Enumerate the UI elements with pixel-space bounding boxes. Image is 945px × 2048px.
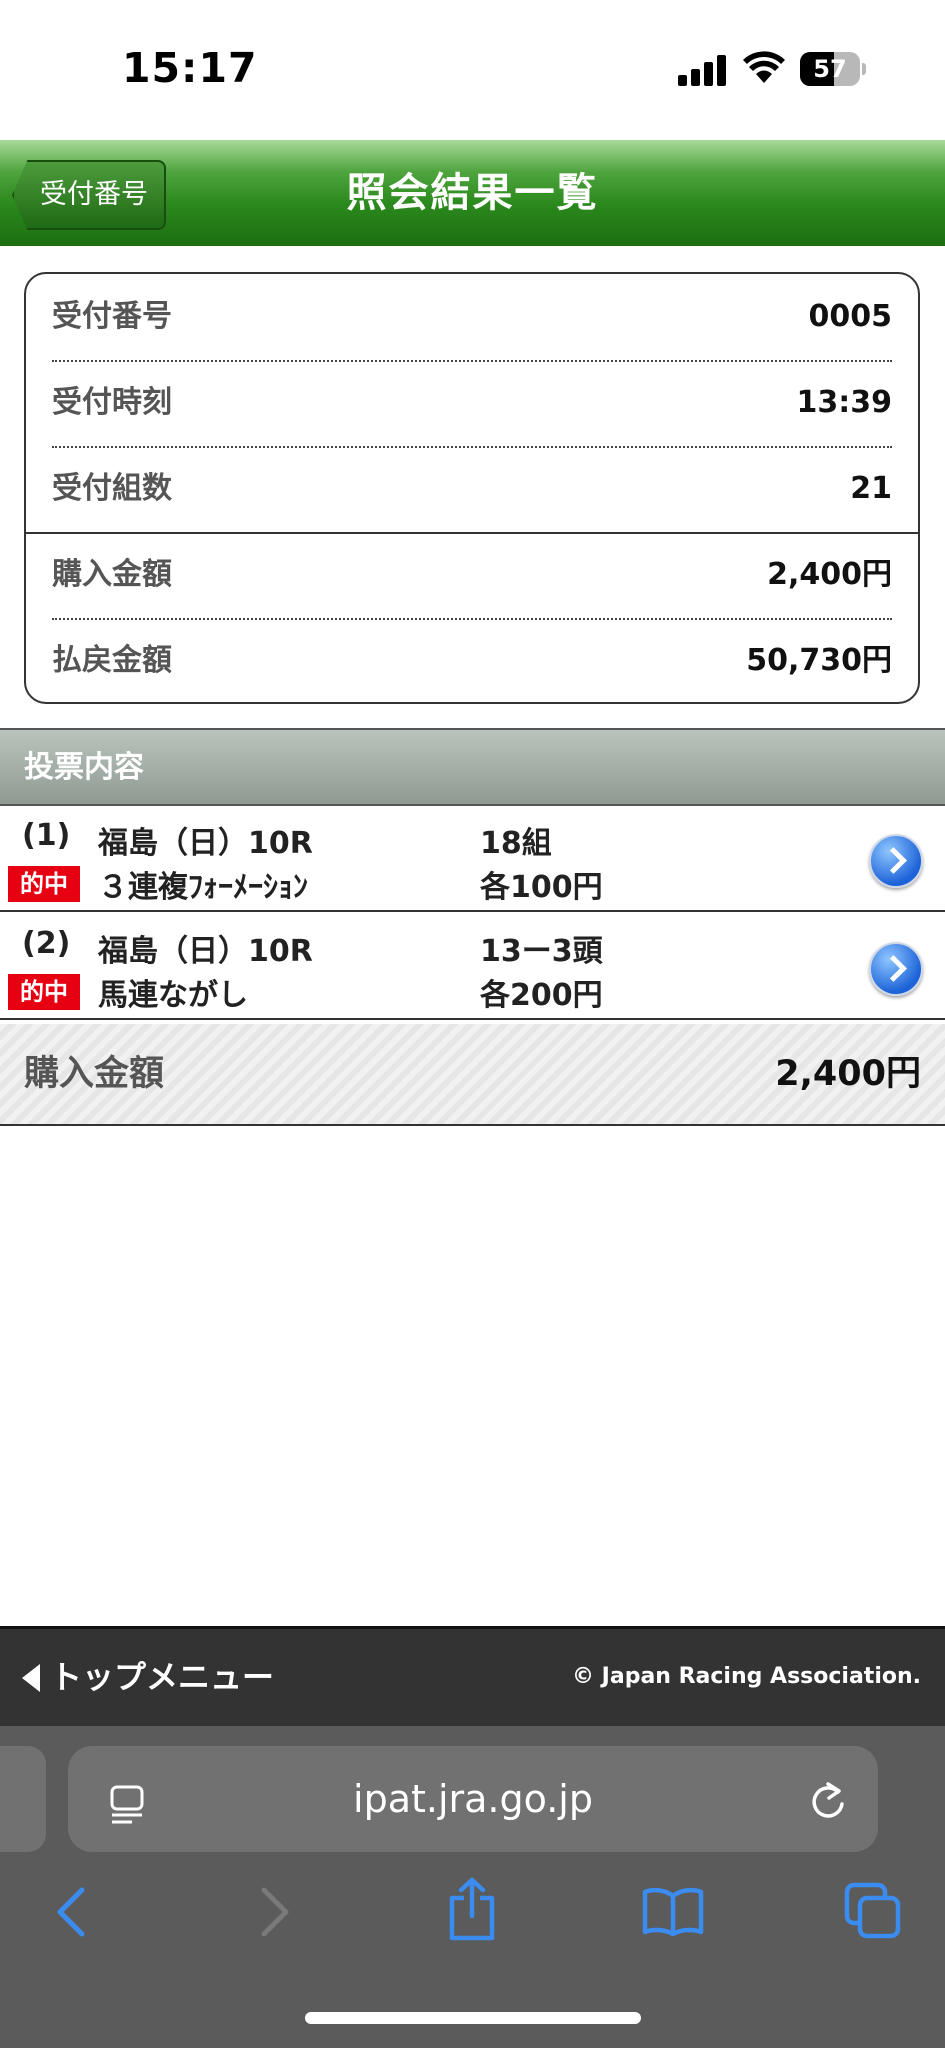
vote-section-header: 投票内容 (0, 728, 945, 806)
site-footer: トップメニュー © Japan Racing Association. (0, 1626, 945, 1726)
bet-unit: 各100円 (480, 870, 603, 905)
vote-race: 福島（日）10R (98, 934, 313, 969)
summary-row-receipt-time: 受付時刻 13:39 (52, 360, 892, 446)
vote-number: (1) (22, 818, 71, 853)
cellular-signal-icon (678, 54, 728, 86)
app-header: 受付番号 照会結果一覧 (0, 140, 945, 246)
share-icon[interactable] (446, 1876, 498, 1942)
bookmarks-icon[interactable] (642, 1886, 704, 1936)
summary-label: 払戻金額 (52, 643, 172, 678)
vote-race: 福島（日）10R (98, 826, 313, 861)
clock: 15:17 (122, 44, 258, 92)
reload-icon[interactable] (808, 1780, 848, 1822)
vote-item[interactable]: (1) 福島（日）10R 18組 的中 ３連複ﾌｫｰﾒｰｼｮﾝ 各100円 (0, 806, 945, 912)
battery-percent: 57 (813, 55, 847, 83)
previous-tab-preview[interactable] (0, 1746, 46, 1852)
summary-value: 50,730円 (746, 643, 892, 678)
summary-label: 受付組数 (52, 471, 172, 506)
total-label: 購入金額 (24, 1054, 165, 1094)
url-text: ipat.jra.go.jp (353, 1777, 593, 1821)
chevron-right-icon[interactable] (869, 834, 923, 888)
status-bar: 15:17 57 (0, 0, 945, 140)
summary-value: 2,400円 (767, 557, 892, 592)
vote-count: 13ー3頭 (480, 934, 603, 969)
vote-count: 18組 (480, 826, 552, 861)
summary-label: 購入金額 (52, 557, 172, 592)
tabs-icon[interactable] (844, 1882, 902, 1940)
hit-badge: 的中 (8, 866, 80, 902)
bet-type: ３連複ﾌｫｰﾒｰｼｮﾝ (98, 870, 308, 905)
copyright: © Japan Racing Association. (572, 1664, 921, 1689)
vote-item[interactable]: (2) 福島（日）10R 13ー3頭 的中 馬連ながし 各200円 (0, 914, 945, 1020)
wifi-icon (743, 51, 785, 83)
battery-icon: 57 (800, 52, 860, 86)
browser-toolbar: ipat.jra.go.jp (0, 1726, 945, 2048)
summary-row-purchase-amount: 購入金額 2,400円 (52, 532, 892, 618)
vote-number: (2) (22, 926, 71, 961)
chevron-right-icon[interactable] (869, 942, 923, 996)
total-purchase-row: 購入金額 2,400円 (0, 1024, 945, 1126)
summary-row-combinations: 受付組数 21 (52, 446, 892, 532)
forward-icon[interactable] (252, 1884, 296, 1940)
summary-value: 21 (850, 471, 892, 506)
battery-tip (862, 63, 866, 75)
summary-card: 受付番号 0005 受付時刻 13:39 受付組数 21 購入金額 2,400円… (24, 272, 920, 704)
triangle-left-icon (22, 1664, 40, 1692)
summary-row-payout-amount: 払戻金額 50,730円 (52, 618, 892, 702)
summary-label: 受付時刻 (52, 385, 172, 420)
summary-row-receipt-number: 受付番号 0005 (52, 274, 892, 360)
summary-value: 0005 (808, 299, 893, 334)
address-bar[interactable]: ipat.jra.go.jp (68, 1746, 878, 1852)
back-icon[interactable] (50, 1884, 94, 1940)
summary-label: 受付番号 (52, 299, 172, 334)
total-value: 2,400円 (775, 1054, 921, 1094)
bet-type: 馬連ながし (98, 978, 248, 1013)
bet-unit: 各200円 (480, 978, 603, 1013)
summary-value: 13:39 (796, 385, 893, 420)
home-indicator (305, 2012, 641, 2024)
top-menu-link[interactable]: トップメニュー (22, 1629, 274, 1725)
page-title: 照会結果一覧 (346, 170, 599, 216)
section-title: 投票内容 (24, 750, 144, 785)
hit-badge: 的中 (8, 974, 80, 1010)
top-menu-label: トップメニュー (50, 1658, 275, 1696)
